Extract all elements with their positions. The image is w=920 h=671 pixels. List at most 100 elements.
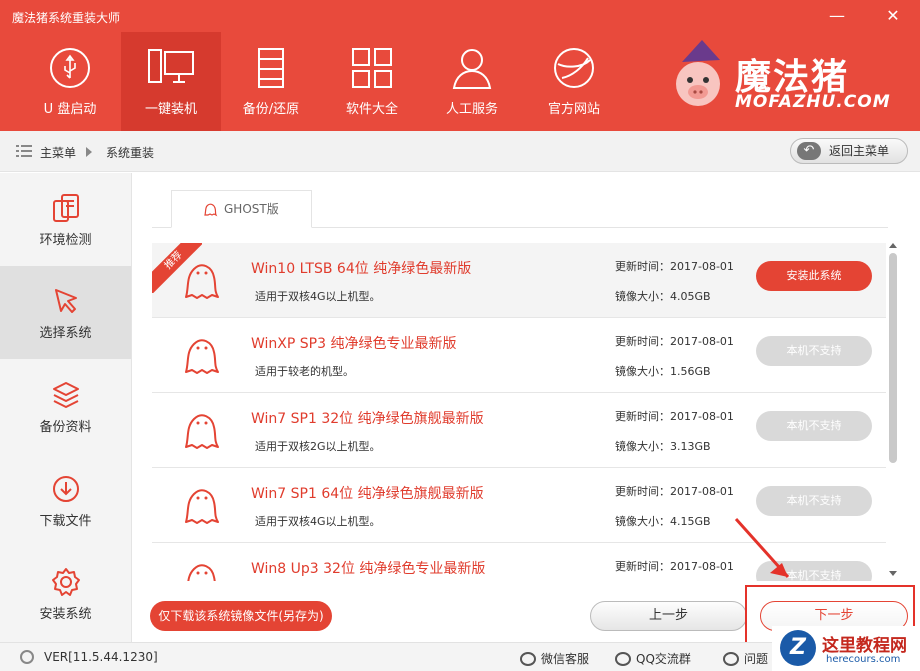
- ghost-icon: [185, 489, 219, 524]
- system-name: Win7 SP1 32位 纯净绿色旗舰最新版: [251, 411, 484, 427]
- unsupported-button[interactable]: 本机不支持: [756, 336, 872, 366]
- recommended-ribbon: 推荐: [152, 243, 202, 293]
- ghost-icon: [185, 414, 219, 449]
- system-name: Win7 SP1 64位 纯净绿色旗舰最新版: [251, 486, 484, 502]
- nav-software[interactable]: 软件大全: [322, 32, 422, 131]
- sidebar-item-select-system[interactable]: 选择系统: [0, 266, 131, 359]
- list-item[interactable]: WinXP SP3 纯净绿色专业最新版 适用于较老的机型。 更新时间：2017-…: [152, 318, 886, 393]
- nav-backup-restore[interactable]: 备份/还原: [221, 32, 321, 131]
- help-icon: [723, 652, 739, 666]
- sidebar: 环境检测 选择系统 备份资料 下载文件 安装系统: [0, 173, 132, 642]
- header-bar: 魔法猪系统重装大师 — ✕ U 盘启动 一键装机 备份/还原 软件大全 人工服务…: [0, 0, 920, 131]
- sidebar-item-backup-data[interactable]: 备份资料: [0, 360, 131, 453]
- nav-label: 人工服务: [445, 102, 498, 117]
- update-time: 更新时间：2017-08-01: [615, 560, 734, 573]
- image-size: 镜像大小：3.13GB: [615, 440, 711, 453]
- annotation-arrow-icon: [734, 517, 790, 579]
- scroll-thumb[interactable]: [889, 253, 897, 463]
- grid-icon: [352, 48, 392, 88]
- nav-label: 备份/还原: [242, 102, 300, 117]
- back-arrow-icon: ↶: [797, 142, 821, 160]
- sidebar-item-install-system[interactable]: 安装系统: [0, 547, 131, 640]
- nav-label: 软件大全: [345, 102, 398, 117]
- close-icon[interactable]: ✕: [882, 6, 904, 26]
- list-item[interactable]: Win10 LTSB 64位 纯净绿色最新版 适用于双核4G以上机型。 更新时间…: [152, 243, 886, 318]
- watermark-url: herecours.com: [826, 654, 901, 665]
- chevron-right-icon: [86, 147, 92, 157]
- tab-ghost[interactable]: GHOST版: [171, 190, 312, 228]
- cursor-icon: [54, 289, 77, 313]
- watermark-badge: Z: [780, 630, 816, 666]
- qq-label: QQ交流群: [636, 652, 691, 666]
- previous-step-button[interactable]: 上一步: [590, 601, 747, 631]
- update-time: 更新时间：2017-08-01: [615, 410, 734, 423]
- ribbon-label: 推荐: [152, 243, 202, 293]
- nav-official-site[interactable]: 官方网站: [524, 32, 624, 131]
- usb-icon: [50, 48, 90, 88]
- nav-usb-boot[interactable]: U 盘启动: [20, 32, 120, 131]
- back-button-label: 返回主菜单: [829, 144, 890, 158]
- gear-icon: [51, 568, 80, 596]
- unsupported-button[interactable]: 本机不支持: [756, 486, 872, 516]
- user-icon: [452, 49, 492, 89]
- system-description: 适用于双核4G以上机型。: [255, 290, 381, 303]
- wechat-service-link[interactable]: 微信客服: [520, 650, 589, 667]
- sidebar-item-label: 备份资料: [39, 420, 92, 435]
- image-size: 镜像大小：4.05GB: [615, 290, 711, 303]
- version-label: VER[11.5.44.1230]: [44, 650, 158, 664]
- image-size: 镜像大小：4.15GB: [615, 515, 711, 528]
- menu-list-icon: [16, 145, 32, 157]
- scroll-down-arrow-icon[interactable]: [889, 571, 897, 576]
- logo-subtitle: MOFAZHU.COM: [735, 92, 891, 112]
- wechat-label: 微信客服: [541, 652, 590, 666]
- info-icon: [20, 650, 34, 664]
- update-time: 更新时间：2017-08-01: [615, 260, 734, 273]
- nav-label: 官方网站: [547, 102, 600, 117]
- update-time: 更新时间：2017-08-01: [615, 335, 734, 348]
- ghost-icon: [185, 339, 219, 374]
- nav-label: U 盘启动: [43, 102, 97, 117]
- scrollbar[interactable]: [887, 243, 899, 581]
- nav-label: 一键装机: [144, 102, 197, 117]
- help-label: 问题: [744, 652, 769, 666]
- system-description: 适用于双核4G以上机型。: [255, 515, 381, 528]
- nav-one-click-install[interactable]: 一键装机: [121, 32, 221, 131]
- download-icon: [52, 476, 79, 502]
- minimize-icon[interactable]: —: [826, 6, 848, 26]
- update-time: 更新时间：2017-08-01: [615, 485, 734, 498]
- system-name: Win10 LTSB 64位 纯净绿色最新版: [251, 261, 472, 277]
- sidebar-item-label: 环境检测: [39, 233, 92, 248]
- download-image-only-button[interactable]: 仅下载该系统镜像文件(另存为): [150, 601, 332, 631]
- server-icon: [258, 48, 284, 88]
- site-watermark: Z 这里教程网 herecours.com: [772, 626, 920, 671]
- layers-icon: [52, 382, 79, 408]
- system-description: 适用于较老的机型。: [255, 365, 354, 378]
- breadcrumb-current: 系统重装: [106, 146, 155, 160]
- help-link[interactable]: 问题: [723, 650, 768, 667]
- system-description: 适用于双核2G以上机型。: [255, 440, 381, 453]
- tab-label: GHOST版: [224, 202, 279, 216]
- device-icon: [52, 194, 79, 222]
- ghost-icon: [204, 203, 218, 217]
- sidebar-item-download-files[interactable]: 下载文件: [0, 454, 131, 547]
- back-to-main-button[interactable]: ↶ 返回主菜单: [790, 138, 908, 164]
- scroll-up-arrow-icon[interactable]: [889, 243, 897, 248]
- sidebar-item-label: 安装系统: [39, 607, 92, 622]
- wechat-icon: [520, 652, 536, 666]
- ghost-icon: [187, 564, 216, 581]
- breadcrumb: 主菜单 系统重装 ↶ 返回主菜单: [0, 131, 920, 172]
- unsupported-button[interactable]: 本机不支持: [756, 411, 872, 441]
- image-size: 镜像大小：1.56GB: [615, 365, 711, 378]
- breadcrumb-root[interactable]: 主菜单: [40, 144, 76, 161]
- list-item[interactable]: Win7 SP1 32位 纯净绿色旗舰最新版 适用于双核2G以上机型。 更新时间…: [152, 393, 886, 468]
- watermark-title: 这里教程网: [822, 636, 907, 656]
- nav-manual-service[interactable]: 人工服务: [422, 32, 522, 131]
- sidebar-item-env-check[interactable]: 环境检测: [0, 173, 131, 266]
- install-system-button[interactable]: 安装此系统: [756, 261, 872, 291]
- sidebar-item-label: 下载文件: [39, 514, 92, 529]
- globe-icon: [554, 48, 594, 88]
- monitor-icon: [148, 49, 194, 83]
- sidebar-item-label: 选择系统: [39, 326, 92, 341]
- app-title: 魔法猪系统重装大师: [12, 11, 121, 25]
- qq-group-link[interactable]: QQ交流群: [615, 650, 691, 667]
